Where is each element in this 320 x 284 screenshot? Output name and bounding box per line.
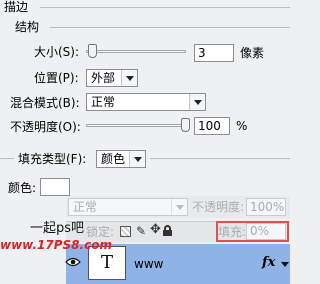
blend-mode-label: 混合模式(B): (10, 96, 80, 110)
opacity-label: 不透明度(O): (10, 120, 81, 134)
position-label: 位置(P): (34, 71, 79, 85)
chevron-down-icon[interactable] (281, 262, 289, 267)
stroke-title: 描边 (4, 0, 29, 14)
lock-transparent-icon[interactable] (120, 226, 131, 237)
opacity-slider[interactable] (86, 124, 190, 127)
color-swatch[interactable] (40, 178, 70, 196)
size-label: 大小(S): (34, 45, 80, 59)
size-slider-thumb[interactable] (88, 44, 97, 58)
fill-type-label: 填充类型(F): (18, 152, 87, 166)
lock-icon[interactable] (163, 225, 172, 236)
fill-type-select[interactable]: 颜色 (96, 150, 146, 168)
fill-type-select-value: 颜色 (101, 152, 126, 166)
lock-brush-icon[interactable]: ✎ (136, 224, 146, 238)
chevron-down-icon (189, 94, 205, 110)
layers-opacity-label: 不透明度: (192, 200, 245, 214)
fill-divider-left (0, 158, 14, 159)
chevron-down-icon (129, 151, 145, 167)
size-slider[interactable] (86, 50, 186, 53)
text-layer-icon: T (100, 252, 113, 273)
opacity-input[interactable]: 100 (194, 117, 230, 135)
layers-blend-select-value: 正常 (73, 200, 98, 214)
structure-divider (50, 27, 290, 28)
watermark-line1: 一起ps吧 (30, 221, 85, 236)
position-select-value: 外部 (91, 71, 116, 85)
opacity-unit: % (236, 119, 248, 133)
title-divider (40, 7, 290, 8)
size-input[interactable]: 3 (194, 44, 234, 62)
size-unit: 像素 (240, 46, 265, 60)
chevron-down-icon (171, 199, 187, 215)
layers-opacity-input[interactable]: 100% (246, 198, 286, 216)
opacity-slider-thumb[interactable] (181, 118, 190, 132)
fill-divider-right (150, 158, 290, 159)
visibility-eye-icon[interactable] (65, 256, 81, 267)
position-select[interactable]: 外部 (86, 69, 138, 87)
chevron-down-icon (121, 70, 137, 86)
structure-title: 结构 (15, 20, 40, 34)
watermark-line2: www.17PS8.com (0, 238, 112, 252)
layers-fill-input[interactable]: 0% (246, 223, 286, 240)
color-label: 颜色: (8, 181, 37, 195)
lock-label: 锁定: (86, 225, 115, 239)
layers-blend-select[interactable]: 正常 (68, 198, 188, 216)
lock-move-icon[interactable]: ✥ (150, 223, 161, 237)
blend-mode-select[interactable]: 正常 (86, 93, 206, 111)
blend-mode-select-value: 正常 (91, 95, 116, 109)
layer-name[interactable]: www (134, 257, 163, 271)
layer-effects-icon[interactable]: fx (262, 256, 275, 270)
layers-fill-label: 填充: (218, 225, 247, 239)
